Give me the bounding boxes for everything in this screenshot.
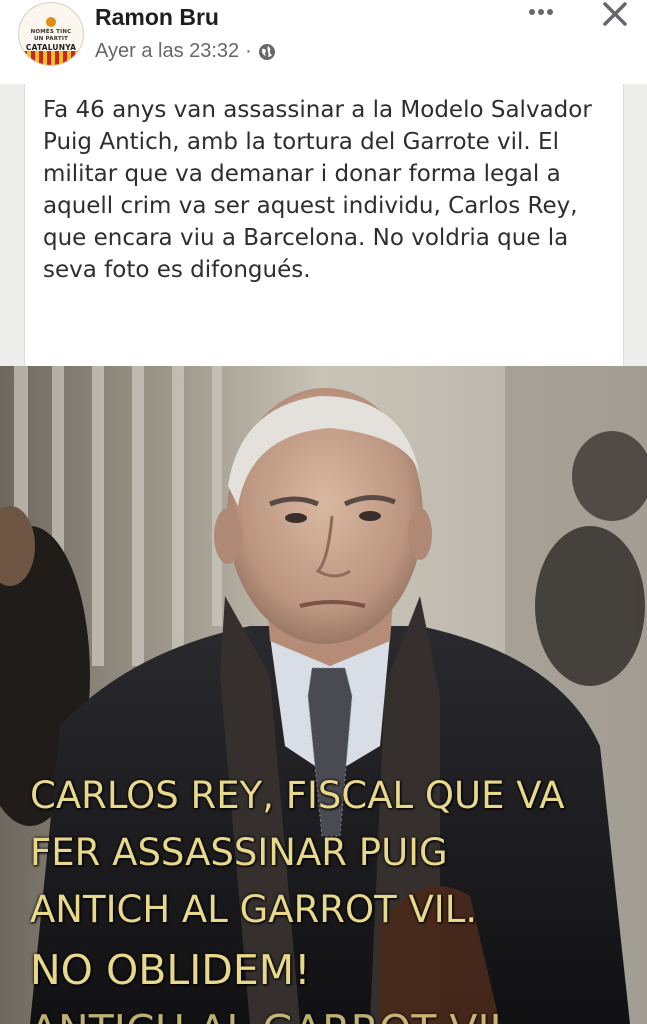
portrait-photo: CARLOS REY, FISCAL QUE VA FER ASSASSINAR… [0, 366, 647, 1024]
overlay-line-3: ANTICH AL GARROT VIL. [30, 888, 478, 931]
image-caption-box: Fa 46 anys van assassinar a la Modelo Sa… [24, 84, 624, 366]
post-meta: Ayer a las 23:32 · [95, 40, 276, 63]
overlay-line-5: ANTICH AL GARROT VIL [30, 1006, 512, 1024]
avatar-text-line-2: UN PARTIT [33, 35, 69, 42]
post-header: NOMÉS TINC UN PARTIT CATALUNYA Ramon Bru… [0, 0, 647, 84]
author-name[interactable]: Ramon Bru [95, 4, 219, 31]
meta-separator: · [245, 40, 252, 62]
avatar-flag-stripes [19, 51, 83, 65]
avatar-text-line-1: NOMÉS TINC [30, 28, 72, 35]
overlay-line-2: FER ASSASSINAR PUIG [30, 831, 448, 874]
image-caption-text: Fa 46 anys van assassinar a la Modelo Sa… [43, 97, 592, 283]
globe-icon[interactable] [258, 43, 276, 61]
post-image[interactable]: Fa 46 anys van assassinar a la Modelo Sa… [0, 84, 647, 1024]
close-icon[interactable] [600, 0, 630, 30]
post-timestamp[interactable]: Ayer a las 23:32 [95, 40, 239, 63]
overlay-line-1: CARLOS REY, FISCAL QUE VA [30, 774, 565, 817]
overlay-line-4: NO OBLIDEM! [30, 946, 311, 994]
avatar[interactable]: NOMÉS TINC UN PARTIT CATALUNYA [18, 2, 84, 66]
avatar-emblem-icon [46, 16, 56, 27]
more-icon[interactable] [526, 0, 556, 24]
